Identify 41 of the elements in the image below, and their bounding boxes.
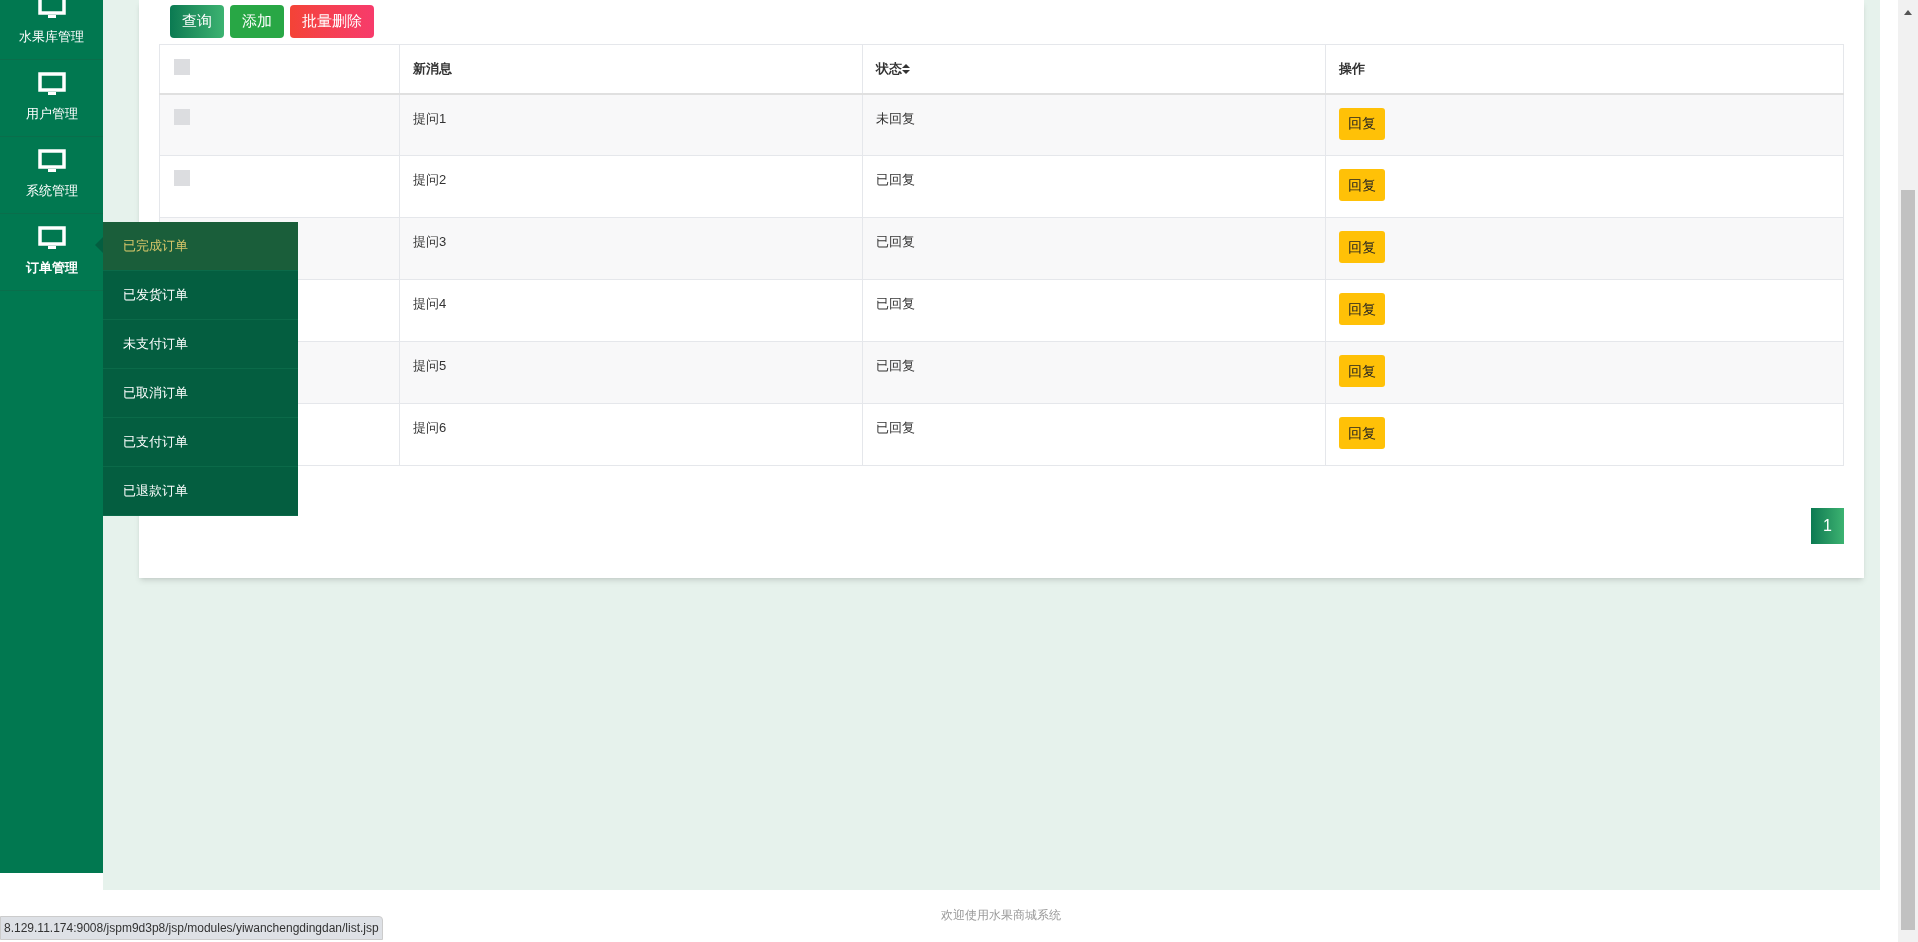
sidebar-item[interactable]: 水果库管理 <box>0 0 103 60</box>
reply-button[interactable]: 回复 <box>1339 417 1385 449</box>
column-header: 新消息 <box>413 60 452 78</box>
checkbox[interactable] <box>174 170 190 186</box>
footer-text: 欢迎使用水果商城系统 <box>939 907 1062 924</box>
table-cell: 提问2 <box>413 172 447 187</box>
table-cell: 已回复 <box>876 420 915 435</box>
table-cell: 已回复 <box>876 296 915 311</box>
status-url: 8.129.11.174:9008/jspm9d3p8/jsp/modules/yiwanchengdingdan/list.jsp <box>0 916 383 940</box>
submenu-item[interactable]: 已支付订单 <box>103 418 298 467</box>
submenu-item[interactable]: 已完成订单 <box>103 222 298 271</box>
table-cell: 提问6 <box>413 420 447 435</box>
table-cell: 已回复 <box>876 358 915 373</box>
reply-button[interactable]: 回复 <box>1339 293 1385 325</box>
table-cell: 提问4 <box>413 296 447 311</box>
submenu-item[interactable]: 已发货订单 <box>103 271 298 320</box>
table-cell: 未回复 <box>876 110 915 126</box>
submenu-item[interactable]: 未支付订单 <box>103 320 298 369</box>
submenu-item[interactable]: 已退款订单 <box>103 467 298 516</box>
column-header: 状态 <box>876 59 910 79</box>
table-cell: 已回复 <box>876 234 915 249</box>
reply-button[interactable]: 回复 <box>1339 231 1385 263</box>
page-button[interactable]: 1 <box>1811 508 1844 544</box>
table-cell: 提问1 <box>413 110 447 126</box>
scroll-up-icon[interactable] <box>1904 10 1912 15</box>
column-header: 操作 <box>1339 60 1365 78</box>
checkbox[interactable] <box>174 108 190 125</box>
reply-button[interactable]: 回复 <box>1339 107 1385 140</box>
search-button[interactable]: 查询 <box>170 5 224 38</box>
checkbox[interactable] <box>174 59 190 75</box>
pointer-arrow-icon <box>95 237 103 253</box>
reply-button[interactable]: 回复 <box>1339 169 1385 201</box>
scrollbar-thumb[interactable] <box>1901 190 1915 930</box>
table-cell: 提问3 <box>413 234 447 249</box>
delete-button[interactable]: 批量删除 <box>290 5 374 38</box>
scrollbar[interactable] <box>1898 0 1918 942</box>
table-cell: 提问5 <box>413 358 447 373</box>
reply-button[interactable]: 回复 <box>1339 355 1385 387</box>
submenu-item[interactable]: 已取消订单 <box>103 369 298 418</box>
sort-icon[interactable] <box>902 63 910 74</box>
table-cell: 已回复 <box>876 172 915 187</box>
